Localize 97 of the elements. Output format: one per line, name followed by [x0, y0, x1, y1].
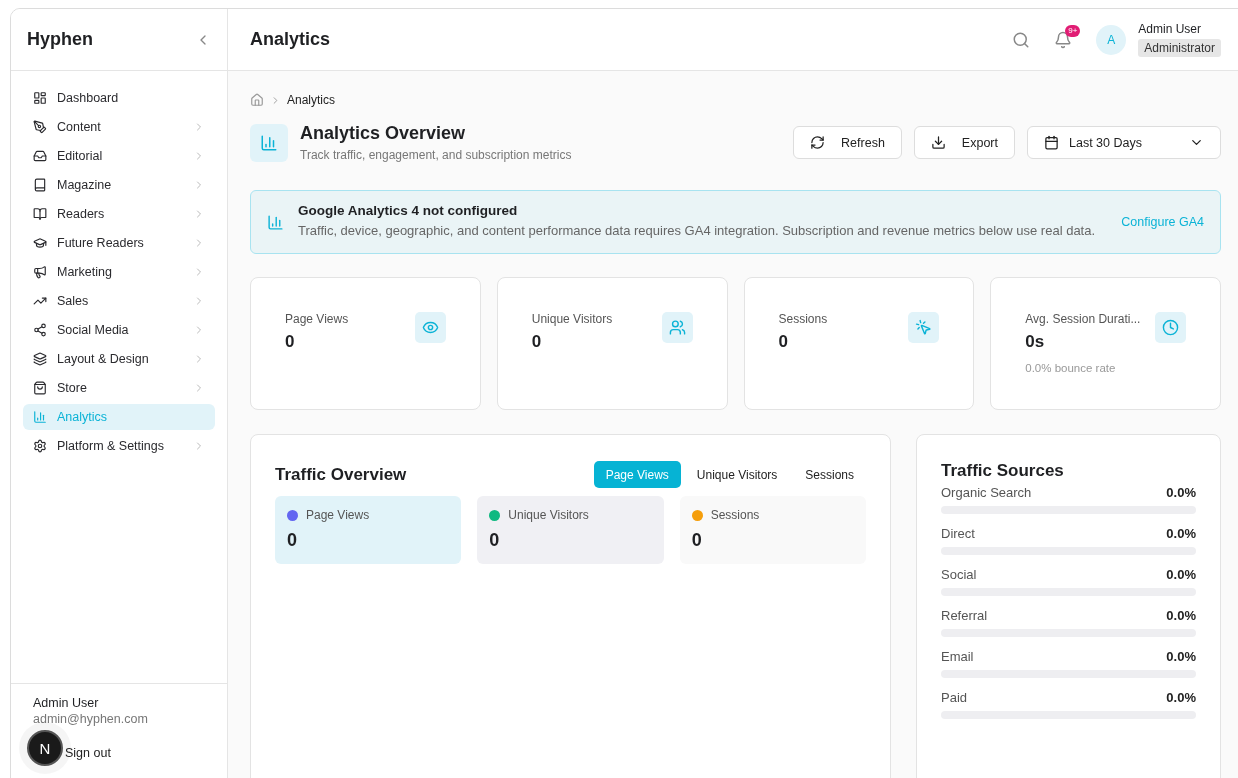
- sidebar-item-label: Magazine: [57, 178, 113, 192]
- download-icon: [930, 135, 946, 150]
- metric-tab[interactable]: Sessions: [793, 461, 866, 488]
- share-icon: [33, 323, 47, 337]
- sidebar-item-label: Store: [57, 381, 88, 395]
- legend-label: Sessions: [710, 508, 760, 522]
- home-icon[interactable]: [250, 93, 264, 107]
- sign-out-link[interactable]: Sign out: [65, 746, 111, 760]
- sidebar-item-label: Platform & Settings: [57, 439, 165, 453]
- bar-chart-icon: [250, 123, 288, 162]
- panel-title: Traffic Sources: [941, 461, 1065, 481]
- book-icon: [33, 178, 47, 192]
- source-label: Direct: [941, 526, 975, 541]
- dev-badge[interactable]: N: [27, 730, 63, 766]
- stat-label: Unique Visitors: [531, 312, 614, 326]
- sidebar-item-label: Layout & Design: [57, 352, 150, 366]
- stat-label: Avg. Session Durati...: [1025, 312, 1142, 326]
- refresh-button[interactable]: Refresh: [793, 126, 902, 159]
- role-tag: Administrator: [1138, 39, 1221, 57]
- bar-chart-icon: [267, 213, 284, 231]
- sidebar-item-label: Sales: [57, 294, 90, 308]
- pen-icon: [33, 120, 47, 134]
- sidebar-item-label: Editorial: [57, 149, 104, 163]
- search-icon[interactable]: [1012, 30, 1031, 49]
- calendar-icon: [1044, 135, 1059, 150]
- source-label: Social: [941, 567, 977, 582]
- panel-title: Traffic Overview: [275, 464, 408, 485]
- sidebar-item-label: Readers: [57, 207, 106, 221]
- user-name: Admin User: [1138, 22, 1201, 36]
- stat-label: Sessions: [778, 312, 829, 326]
- sidebar-item[interactable]: Magazine: [23, 172, 215, 198]
- megaphone-icon: [33, 265, 47, 279]
- metric-value: 0: [489, 530, 501, 551]
- header-title: Analytics: [250, 29, 332, 50]
- graduation-cap-icon: [33, 236, 47, 250]
- bar-chart-icon: [33, 410, 47, 424]
- metric-tab[interactable]: Unique Visitors: [684, 461, 790, 488]
- bag-icon: [33, 381, 47, 395]
- layers-icon: [33, 352, 47, 366]
- source-label: Organic Search: [941, 485, 1032, 500]
- stat-value: 0: [285, 332, 296, 352]
- open-book-icon: [33, 207, 47, 221]
- breadcrumb-item: Analytics: [287, 93, 336, 107]
- stat-value: 0: [531, 332, 543, 352]
- sidebar-item-label: Marketing: [57, 265, 113, 279]
- eye-icon: [414, 312, 446, 343]
- brand-name: Hyphen: [27, 29, 93, 50]
- sidebar-item-label: Social Media: [57, 323, 130, 337]
- sidebar-item[interactable]: Store: [23, 375, 215, 401]
- sidebar-item[interactable]: Platform & Settings: [23, 433, 215, 459]
- source-percent: 0.0%: [1166, 485, 1196, 500]
- stat-note: 0.0% bounce rate: [1025, 362, 1117, 374]
- alert-title: Google Analytics 4 not configured: [298, 203, 519, 218]
- page-title: Analytics Overview: [300, 123, 467, 144]
- sidebar-item[interactable]: Content: [23, 114, 215, 140]
- sidebar-item-label: Analytics: [57, 410, 109, 424]
- metric-value: 0: [691, 530, 703, 551]
- sidebar-item-label: Future Readers: [57, 236, 145, 250]
- source-label: Paid: [941, 690, 968, 705]
- source-label: Email: [941, 649, 974, 664]
- stat-label: Page Views: [285, 312, 350, 326]
- pointer-click-icon: [908, 312, 940, 343]
- stat-value: 0s: [1025, 332, 1046, 352]
- sidebar-item[interactable]: Future Readers: [23, 230, 215, 256]
- user-name: Admin User: [33, 696, 100, 710]
- sidebar-item[interactable]: Sales: [23, 288, 215, 314]
- export-button[interactable]: Export: [913, 126, 1015, 159]
- sidebar-item[interactable]: Readers: [23, 201, 215, 227]
- metric-value: 0: [287, 530, 298, 551]
- clock-icon: [1155, 312, 1186, 343]
- source-percent: 0.0%: [1166, 526, 1196, 541]
- source-percent: 0.0%: [1166, 690, 1196, 705]
- legend-label: Page Views: [306, 508, 370, 522]
- sidebar-item[interactable]: Social Media: [23, 317, 215, 343]
- notification-button[interactable]: 9+: [1048, 24, 1079, 55]
- stat-value: 0: [778, 332, 789, 352]
- notification-badge: 9+: [1065, 24, 1081, 37]
- users-icon: [661, 312, 693, 343]
- sidebar-item-label: Dashboard: [57, 91, 120, 105]
- alert-message: Traffic, device, geographic, and content performance data requires GA4 integration. Subscription and revenue metrics below use real data.: [298, 222, 1097, 240]
- user-email: admin@hyphen.com: [33, 712, 149, 726]
- sidebar-item-label: Content: [57, 120, 102, 134]
- settings-icon: [33, 439, 47, 453]
- sidebar-item[interactable]: Editorial: [23, 143, 215, 169]
- page-subtitle: Track traffic, engagement, and subscription metrics: [300, 148, 573, 162]
- sidebar-item[interactable]: Dashboard: [23, 85, 215, 111]
- refresh-icon: [810, 135, 826, 150]
- grid-icon: [33, 91, 47, 105]
- source-label: Referral: [941, 608, 988, 623]
- date-range-select[interactable]: Last 30 Days: [1027, 126, 1221, 159]
- source-percent: 0.0%: [1166, 567, 1196, 582]
- sidebar-item[interactable]: Layout & Design: [23, 346, 215, 372]
- source-percent: 0.0%: [1166, 608, 1196, 623]
- inbox-icon: [33, 149, 47, 163]
- legend-label: Unique Visitors: [508, 508, 589, 522]
- sidebar-item[interactable]: Marketing: [23, 259, 215, 285]
- source-percent: 0.0%: [1166, 649, 1196, 664]
